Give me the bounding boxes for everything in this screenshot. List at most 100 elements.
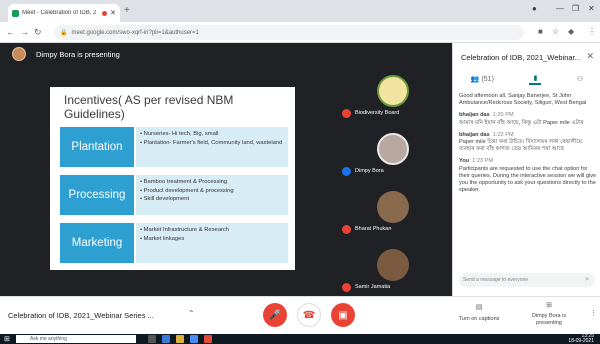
menu-icon[interactable]: ⋮ — [588, 27, 596, 36]
participant-tile[interactable]: Biodiversity Board — [337, 69, 452, 127]
send-icon[interactable]: ➤ — [584, 275, 590, 283]
browser-tab-strip: Meet - Celebration of IDB, 2 ✕ + ● — ❐ ✕ — [0, 0, 600, 22]
close-icon[interactable]: ✕ — [586, 51, 594, 62]
presenter-avatar — [12, 47, 26, 61]
reload-icon[interactable]: ↻ — [34, 27, 42, 38]
participant-name: Biodiversity Board — [355, 110, 400, 116]
windows-start-icon[interactable]: ⊞ — [4, 335, 10, 343]
message-text: Participants are requested to use the ch… — [459, 165, 597, 194]
tab-activities[interactable]: ⚇ — [577, 75, 583, 83]
star-icon[interactable]: ☆ — [552, 27, 559, 36]
browser-toolbar: ← → ↻ 🔒 meet.google.com/swo-xqrf-iri?pli… — [0, 22, 600, 43]
url-text: meet.google.com/swo-xqrf-iri?pli=1&authu… — [71, 29, 199, 36]
chat-message: You 1:23 PM Participants are requested to… — [459, 158, 597, 194]
tab-people[interactable]: 👥 (51) — [471, 75, 494, 83]
chat-message: bhaijan das 1:22 PM Paper mile চিন্তা কৰা… — [459, 132, 597, 154]
leave-call-button[interactable]: ☎ — [297, 303, 321, 327]
browser-tab[interactable]: Meet - Celebration of IDB, 2 ✕ — [8, 4, 120, 22]
slide-row-label: Plantation — [60, 127, 134, 167]
message-sender: You — [459, 158, 470, 165]
presenter-banner: Dimpy Bora is presenting — [0, 43, 452, 65]
meeting-name[interactable]: Celebration of IDB, 2021_Webinar Series … — [8, 311, 154, 320]
tab-chat[interactable]: ▮ — [529, 74, 542, 85]
message-sender: bhaijan das — [459, 131, 490, 138]
chrome-icon[interactable] — [204, 335, 212, 343]
slide-row-label: Marketing — [60, 223, 134, 263]
chat-message: Good afternoon all, Sanjay Banerjee, St … — [459, 93, 597, 107]
camera-off-icon: ▣ — [338, 309, 348, 321]
more-options-icon[interactable]: ⋮ — [590, 309, 597, 317]
participant-avatar — [377, 75, 409, 107]
shared-slide: Incentives( AS per revised NBM Guideline… — [50, 87, 295, 270]
chat-message: bhaijan das 1:20 PM আমাৰ মনি ইয়ান বাঁহ আ… — [459, 112, 597, 126]
participant-avatar — [377, 133, 409, 165]
activities-icon: ⚇ — [576, 76, 584, 83]
edge-icon[interactable] — [162, 335, 170, 343]
participant-tile[interactable]: Samir Jamatia — [337, 243, 452, 301]
chat-panel: Celebration of IDB, 2021_Webinar... ✕ 👥 … — [452, 43, 600, 296]
close-window-button[interactable]: ✕ — [588, 4, 595, 13]
back-icon[interactable]: ← — [6, 27, 15, 37]
message-text: আমাৰ মনি ইয়ান বাঁহ আছে, কিন্তু এটা Pape… — [459, 119, 584, 126]
slide-row-bullets: Nurseries- Hi tech, Big, small Plantatio… — [136, 127, 288, 167]
chat-input-placeholder: Send a message to everyone — [463, 277, 529, 283]
message-text: Good afternoon all, Sanjay Banerjee, St … — [459, 93, 587, 107]
muted-mic-icon — [342, 109, 351, 118]
taskbar-search-input[interactable]: Ask me anything — [16, 335, 136, 343]
maximize-button[interactable]: ❐ — [572, 4, 579, 13]
participant-tiles: Biodiversity Board Dimpy Bora Bharat Phu… — [337, 65, 452, 296]
message-time: 1:20 PM — [492, 112, 514, 119]
slide-row-processing: Processing Bamboo treatment & Processing… — [60, 175, 288, 215]
bullet: Market linkages — [140, 235, 284, 244]
captions-icon[interactable]: ▤ — [474, 303, 484, 311]
people-icon: 👥 — [470, 76, 480, 83]
bullet: Product development & processing — [140, 187, 284, 196]
chevron-up-icon[interactable]: ⌃ — [188, 309, 195, 318]
profile-icon[interactable]: ● — [532, 4, 537, 13]
tab-title: Meet - Celebration of IDB, 2 — [22, 10, 97, 16]
os-taskbar: ⊞ Ask me anything 13:25 18-09-2021 — [0, 334, 600, 344]
participant-tile[interactable]: Dimpy Bora — [337, 127, 452, 185]
extension-icon[interactable]: ◆ — [568, 27, 574, 36]
speaking-indicator-icon — [342, 167, 351, 176]
slide-row-label: Processing — [60, 175, 134, 215]
participant-name: Bharat Phukan — [355, 226, 392, 232]
store-icon[interactable] — [190, 335, 198, 343]
bullet: Bamboo treatment & Processing — [140, 178, 284, 187]
close-tab-icon[interactable]: ✕ — [110, 9, 116, 17]
mic-off-icon: 🎤 — [268, 309, 282, 321]
slide-row-marketing: Marketing Market Infrastructure & Resear… — [60, 223, 288, 263]
meet-favicon-icon — [12, 9, 19, 17]
forward-icon[interactable]: → — [20, 27, 29, 37]
captions-label[interactable]: Turn on captions — [450, 316, 508, 322]
task-view-icon[interactable] — [148, 335, 156, 343]
presenter-text: Dimpy Bora is presenting — [36, 49, 120, 59]
participant-name: Samir Jamatia — [355, 284, 391, 290]
message-time: 1:22 PM — [492, 131, 514, 138]
camera-toggle-button[interactable]: ▣ — [331, 303, 355, 327]
participant-avatar — [377, 249, 409, 281]
camera-icon[interactable]: ■ — [538, 27, 543, 36]
file-explorer-icon[interactable] — [176, 335, 184, 343]
participant-name: Dimpy Bora — [355, 168, 384, 174]
people-count: (51) — [481, 76, 494, 83]
message-sender: bhaijan das — [459, 112, 490, 119]
recording-dot-icon — [102, 10, 108, 16]
slide-row-bullets: Bamboo treatment & Processing Product de… — [136, 175, 288, 215]
chat-message-input[interactable]: Send a message to everyone ➤ — [459, 273, 595, 287]
mic-toggle-button[interactable]: 🎤 — [263, 303, 287, 327]
address-bar[interactable]: 🔒 meet.google.com/swo-xqrf-iri?pli=1&aut… — [54, 25, 524, 40]
presenting-label[interactable]: Dimpy Bora is presenting — [524, 313, 574, 326]
bullet: Market Infrastructure & Research — [140, 226, 284, 235]
minimize-button[interactable]: — — [556, 4, 564, 13]
new-tab-button[interactable]: + — [124, 5, 130, 16]
muted-mic-icon — [342, 225, 351, 234]
lock-icon: 🔒 — [60, 30, 68, 36]
participant-tile[interactable]: Bharat Phukan — [337, 185, 452, 243]
chat-icon: ▮ — [533, 74, 538, 82]
muted-mic-icon — [342, 283, 351, 292]
chat-title: Celebration of IDB, 2021_Webinar... — [461, 53, 581, 62]
taskbar-clock: 13:25 18-09-2021 — [568, 334, 594, 344]
hangup-icon: ☎ — [302, 309, 316, 321]
present-icon[interactable]: ⊞ — [544, 301, 554, 309]
